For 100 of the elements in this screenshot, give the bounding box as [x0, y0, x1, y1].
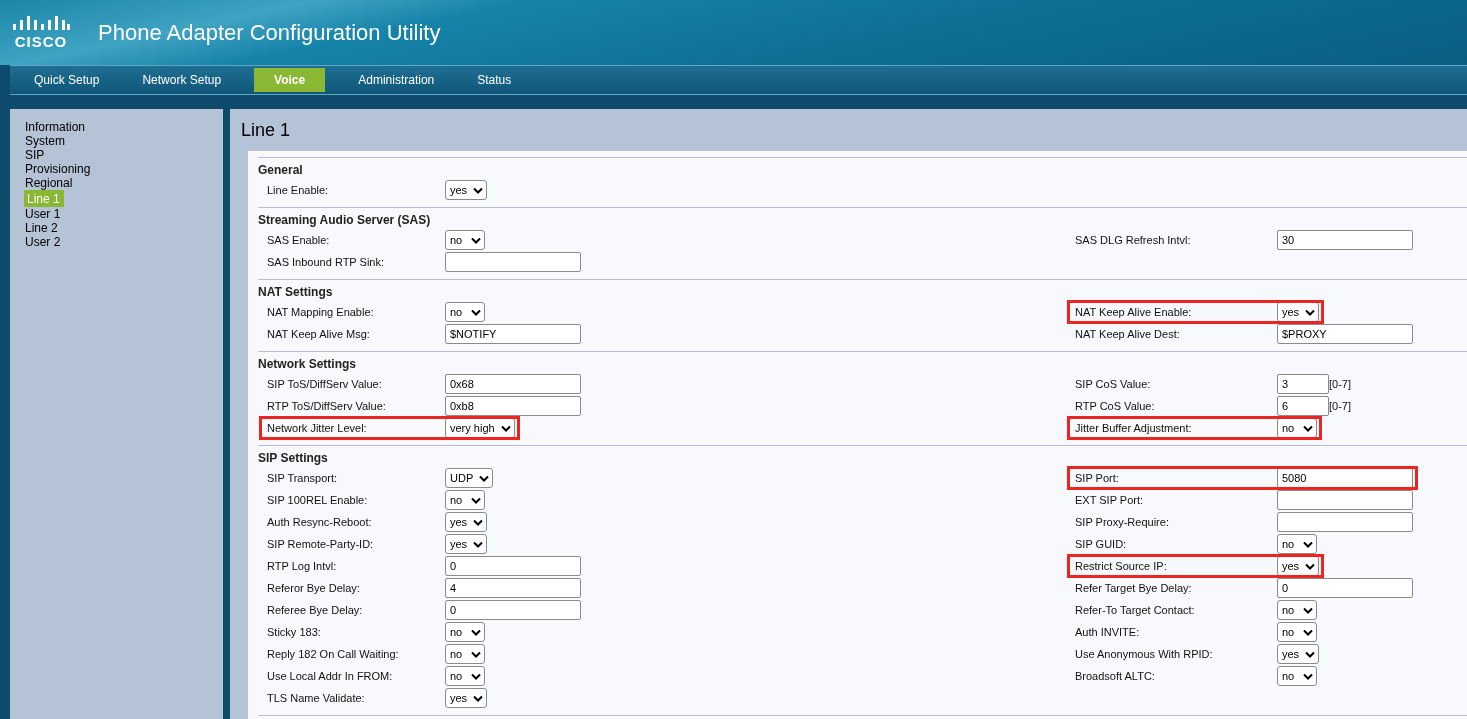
chevron-down-icon: [1305, 562, 1316, 570]
text-field[interactable]: 5080: [1277, 468, 1413, 488]
page-title: Line 1: [241, 119, 292, 142]
dropdown[interactable]: yes: [445, 688, 488, 708]
chevron-down-icon: [1303, 424, 1313, 432]
text-field[interactable]: $NOTIFY: [445, 324, 581, 344]
range-hint: [0-7]: [1329, 378, 1351, 390]
field-label: SAS DLG Refresh Intvl:: [1075, 234, 1192, 246]
nav-tab[interactable]: Status: [467, 68, 522, 92]
sidebar-item[interactable]: Line 2: [25, 221, 58, 235]
dropdown[interactable]: no: [445, 666, 485, 686]
field-label: Auth Resync-Reboot:: [267, 516, 373, 528]
field-label: Referee Bye Delay:: [267, 604, 364, 616]
sidebar-item[interactable]: User 1: [25, 207, 61, 221]
sidebar-item[interactable]: SIP: [25, 148, 45, 162]
text-field[interactable]: [1277, 490, 1413, 510]
text-field[interactable]: 30: [1277, 230, 1413, 250]
nav-tab[interactable]: Quick Setup: [24, 68, 110, 92]
field-label: SIP Port:: [1075, 472, 1120, 484]
field-label: Line Enable:: [267, 184, 330, 196]
chevron-down-icon: [1305, 308, 1316, 316]
dropdown[interactable]: no: [445, 622, 485, 642]
sidebar-item[interactable]: User 2: [25, 235, 61, 249]
section-heading: SIP Settings: [258, 450, 329, 467]
field-label: SIP CoS Value:: [1075, 378, 1152, 390]
app-title: Phone Adapter Configuration Utility: [98, 19, 441, 46]
field-label: NAT Keep Alive Enable:: [1075, 306, 1193, 318]
field-label: Referor Bye Delay:: [267, 582, 361, 594]
chevron-down-icon: [473, 518, 484, 526]
field-label: EXT SIP Port:: [1075, 494, 1145, 506]
chevron-down-icon: [471, 672, 481, 680]
field-label: SIP Remote-Party-ID:: [267, 538, 375, 550]
dropdown[interactable]: very high: [445, 418, 515, 438]
text-field[interactable]: 3: [1277, 374, 1329, 394]
field-label: RTP ToS/DiffServ Value:: [267, 400, 387, 412]
dropdown[interactable]: yes: [445, 512, 488, 532]
dropdown[interactable]: no: [1277, 622, 1317, 642]
sidebar-item[interactable]: Information: [25, 120, 86, 134]
text-field[interactable]: 0x68: [445, 374, 581, 394]
section-heading: Streaming Audio Server (SAS): [258, 212, 432, 229]
chevron-down-icon: [471, 496, 481, 504]
chevron-down-icon: [471, 236, 481, 244]
range-hint: [0-7]: [1329, 400, 1351, 412]
nav-tab[interactable]: Administration: [348, 68, 445, 92]
field-label: SIP Proxy-Require:: [1075, 516, 1170, 528]
chevron-down-icon: [473, 694, 484, 702]
field-label: NAT Keep Alive Msg:: [267, 328, 371, 340]
text-field[interactable]: $PROXY: [1277, 324, 1413, 344]
text-field[interactable]: 0: [445, 600, 581, 620]
text-field[interactable]: 0xb8: [445, 396, 581, 416]
field-label: TLS Name Validate:: [267, 692, 366, 704]
sidebar-item[interactable]: Provisioning: [25, 162, 91, 176]
chevron-down-icon: [471, 628, 481, 636]
chevron-down-icon: [1303, 628, 1313, 636]
field-label: Broadsoft ALTC:: [1075, 670, 1156, 682]
dropdown[interactable]: UDP: [445, 468, 494, 488]
text-field[interactable]: [445, 252, 581, 272]
chevron-down-icon: [473, 186, 484, 194]
chevron-down-icon: [1303, 672, 1313, 680]
chevron-down-icon: [471, 650, 481, 658]
dropdown[interactable]: no: [445, 302, 485, 322]
chevron-down-icon: [1303, 606, 1313, 614]
field-label: SIP GUID:: [1075, 538, 1128, 550]
text-field[interactable]: 4: [445, 578, 581, 598]
dropdown[interactable]: yes: [1277, 302, 1320, 322]
text-field[interactable]: 0: [1277, 578, 1413, 598]
section-heading: General: [258, 162, 304, 179]
field-label: Sticky 183:: [267, 626, 322, 638]
dropdown[interactable]: yes: [1277, 556, 1320, 576]
dropdown[interactable]: no: [1277, 534, 1317, 554]
field-label: SIP 100REL Enable:: [267, 494, 369, 506]
text-field[interactable]: [1277, 512, 1413, 532]
sidebar-item[interactable]: Regional: [25, 176, 73, 190]
dropdown[interactable]: yes: [445, 180, 488, 200]
field-label: RTP Log Intvl:: [267, 560, 338, 572]
logo-text: CISCO: [14, 34, 68, 49]
field-label: Use Local Addr In FROM:: [267, 670, 394, 682]
dropdown[interactable]: no: [445, 644, 485, 664]
dropdown[interactable]: no: [445, 490, 485, 510]
field-label: SIP ToS/DiffServ Value:: [267, 378, 383, 390]
field-label: Restrict Source IP:: [1075, 560, 1168, 572]
dropdown[interactable]: yes: [445, 534, 488, 554]
dropdown[interactable]: no: [1277, 600, 1317, 620]
nav-tab[interactable]: Network Setup: [132, 68, 232, 92]
section-heading: NAT Settings: [258, 284, 334, 301]
dropdown[interactable]: no: [1277, 666, 1317, 686]
field-label: Reply 182 On Call Waiting:: [267, 648, 400, 660]
field-label: NAT Mapping Enable:: [267, 306, 375, 318]
field-label: SAS Enable:: [267, 234, 331, 246]
text-field[interactable]: 0: [445, 556, 581, 576]
dropdown[interactable]: no: [1277, 418, 1317, 438]
field-label: Jitter Buffer Adjustment:: [1075, 422, 1193, 434]
sidebar-item[interactable]: System: [25, 134, 65, 148]
field-label: RTP CoS Value:: [1075, 400, 1156, 412]
dropdown[interactable]: no: [445, 230, 485, 250]
chevron-down-icon: [1305, 650, 1316, 658]
field-label: Network Jitter Level:: [267, 422, 368, 434]
field-label: Refer Target Bye Delay:: [1075, 582, 1193, 594]
text-field[interactable]: 6: [1277, 396, 1329, 416]
dropdown[interactable]: yes: [1277, 644, 1320, 664]
